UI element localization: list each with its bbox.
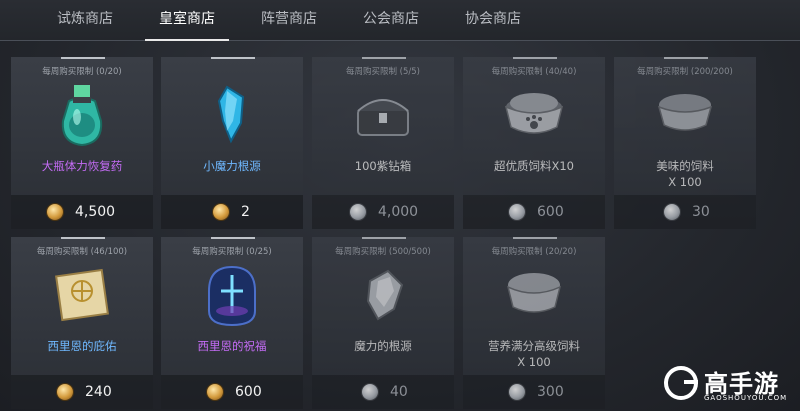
food-bowl-icon xyxy=(506,273,562,313)
gold-coin-icon xyxy=(57,384,73,400)
purchase-limit: 每周购买限制 (20/20) xyxy=(491,247,577,257)
price-bar: 2 xyxy=(161,195,303,229)
blessing-orb-icon xyxy=(208,265,256,327)
shop-item-card[interactable]: 小魔力根源 2 xyxy=(161,57,303,229)
logo-g-icon xyxy=(664,366,698,400)
item-price: 240 xyxy=(85,384,112,400)
price-bar: 30 xyxy=(614,195,756,229)
item-name: 100紫钻箱 xyxy=(354,159,412,173)
watermark-logo: 高手游 GAOSHOUYOU.COM xyxy=(664,364,794,408)
shop-tabs: 试炼商店 皇室商店 阵营商店 公会商店 协会商店 xyxy=(0,0,800,41)
item-price: 2 xyxy=(241,204,250,220)
item-quantity: X 100 xyxy=(668,175,702,189)
price-bar: 40 xyxy=(312,375,454,409)
tab-association-shop[interactable]: 协会商店 xyxy=(443,0,543,40)
item-name: 魔力的根源 xyxy=(354,339,412,353)
item-price: 40 xyxy=(390,384,408,400)
watermark-subtitle: GAOSHOUYOU.COM xyxy=(704,394,788,402)
card-top-indicator xyxy=(211,237,255,239)
purchase-limit: 每周购买限制 (5/5) xyxy=(345,67,420,77)
tab-trial-shop[interactable]: 试炼商店 xyxy=(35,0,135,40)
item-price: 4,500 xyxy=(75,204,116,220)
price-bar: 4,500 xyxy=(11,195,153,229)
food-bowl-icon xyxy=(657,94,713,131)
item-name: 西里恩的庇佑 xyxy=(47,339,117,353)
card-top-indicator xyxy=(513,237,557,239)
silver-coin-icon xyxy=(664,204,680,220)
grey-crystal-icon xyxy=(366,269,404,321)
shop-item-card[interactable]: 每周购买限制 (200/200) 美味的饲料 X 100 30 xyxy=(614,57,756,229)
item-name: 超优质饲料X10 xyxy=(493,159,574,173)
card-top-indicator xyxy=(61,237,105,239)
purchase-limit: 每周购买限制 (200/200) xyxy=(637,67,733,77)
gold-coin-icon xyxy=(213,204,229,220)
shop-item-card[interactable]: 每周购买限制 (500/500) 魔力的根源 40 xyxy=(312,237,454,409)
purchase-limit: 每周购买限制 (0/20) xyxy=(42,67,122,77)
silver-coin-icon xyxy=(350,204,366,220)
shop-item-card[interactable]: 每周购买限制 (0/25) 西里恩的祝福 600 xyxy=(161,237,303,409)
item-name: 西里恩的祝福 xyxy=(197,339,267,353)
silver-coin-icon xyxy=(509,204,525,220)
item-price: 600 xyxy=(235,384,262,400)
shop-item-card[interactable]: 每周购买限制 (20/20) 营养满分高级饲料 X 100 300 xyxy=(463,237,605,409)
potion-icon xyxy=(61,85,103,147)
card-top-indicator xyxy=(61,57,105,59)
item-name: 大瓶体力恢复药 xyxy=(41,159,123,173)
card-top-indicator xyxy=(362,237,406,239)
price-bar: 600 xyxy=(161,375,303,409)
item-price: 30 xyxy=(692,204,710,220)
silver-coin-icon xyxy=(362,384,378,400)
price-bar: 600 xyxy=(463,195,605,229)
item-price: 4,000 xyxy=(378,204,419,220)
card-top-indicator xyxy=(211,57,255,59)
scroll-icon xyxy=(55,268,109,322)
card-top-indicator xyxy=(513,57,557,59)
item-price: 300 xyxy=(537,384,564,400)
item-name: 小魔力根源 xyxy=(203,159,261,173)
purchase-limit: 每周购买限制 (46/100) xyxy=(36,247,128,257)
blue-crystal-icon xyxy=(217,85,245,144)
item-price: 600 xyxy=(537,204,564,220)
purchase-limit: 每周购买限制 (0/25) xyxy=(192,247,272,257)
shop-item-card[interactable]: 每周购买限制 (0/20) 大瓶体力恢复药 4,500 xyxy=(11,57,153,229)
card-top-indicator xyxy=(362,57,406,59)
silver-coin-icon xyxy=(509,384,525,400)
price-bar: 300 xyxy=(463,375,605,409)
purchase-limit: 每周购买限制 (500/500) xyxy=(335,247,431,257)
item-name: 美味的饲料 xyxy=(656,159,714,173)
shop-item-card[interactable]: 每周购买限制 (5/5) 100紫钻箱 4,000 xyxy=(312,57,454,229)
tab-faction-shop[interactable]: 阵营商店 xyxy=(239,0,339,40)
item-name: 营养满分高级饲料 xyxy=(488,339,580,353)
shop-item-card[interactable]: 每周购买限制 (46/100) 西里恩的庇佑 240 xyxy=(11,237,153,409)
gold-coin-icon xyxy=(207,384,223,400)
item-quantity: X 100 xyxy=(517,355,551,369)
pet-food-bowl-icon xyxy=(504,93,564,134)
price-bar: 240 xyxy=(11,375,153,409)
price-bar: 4,000 xyxy=(312,195,454,229)
shop-item-card[interactable]: 每周购买限制 (40/40) 超优质饲料X10 600 xyxy=(463,57,605,229)
card-top-indicator xyxy=(664,57,708,59)
purchase-limit: 每周购买限制 (40/40) xyxy=(491,67,577,77)
chest-icon xyxy=(357,99,409,136)
gold-coin-icon xyxy=(47,204,63,220)
tab-guild-shop[interactable]: 公会商店 xyxy=(341,0,441,40)
tab-royal-shop[interactable]: 皇室商店 xyxy=(137,0,237,41)
